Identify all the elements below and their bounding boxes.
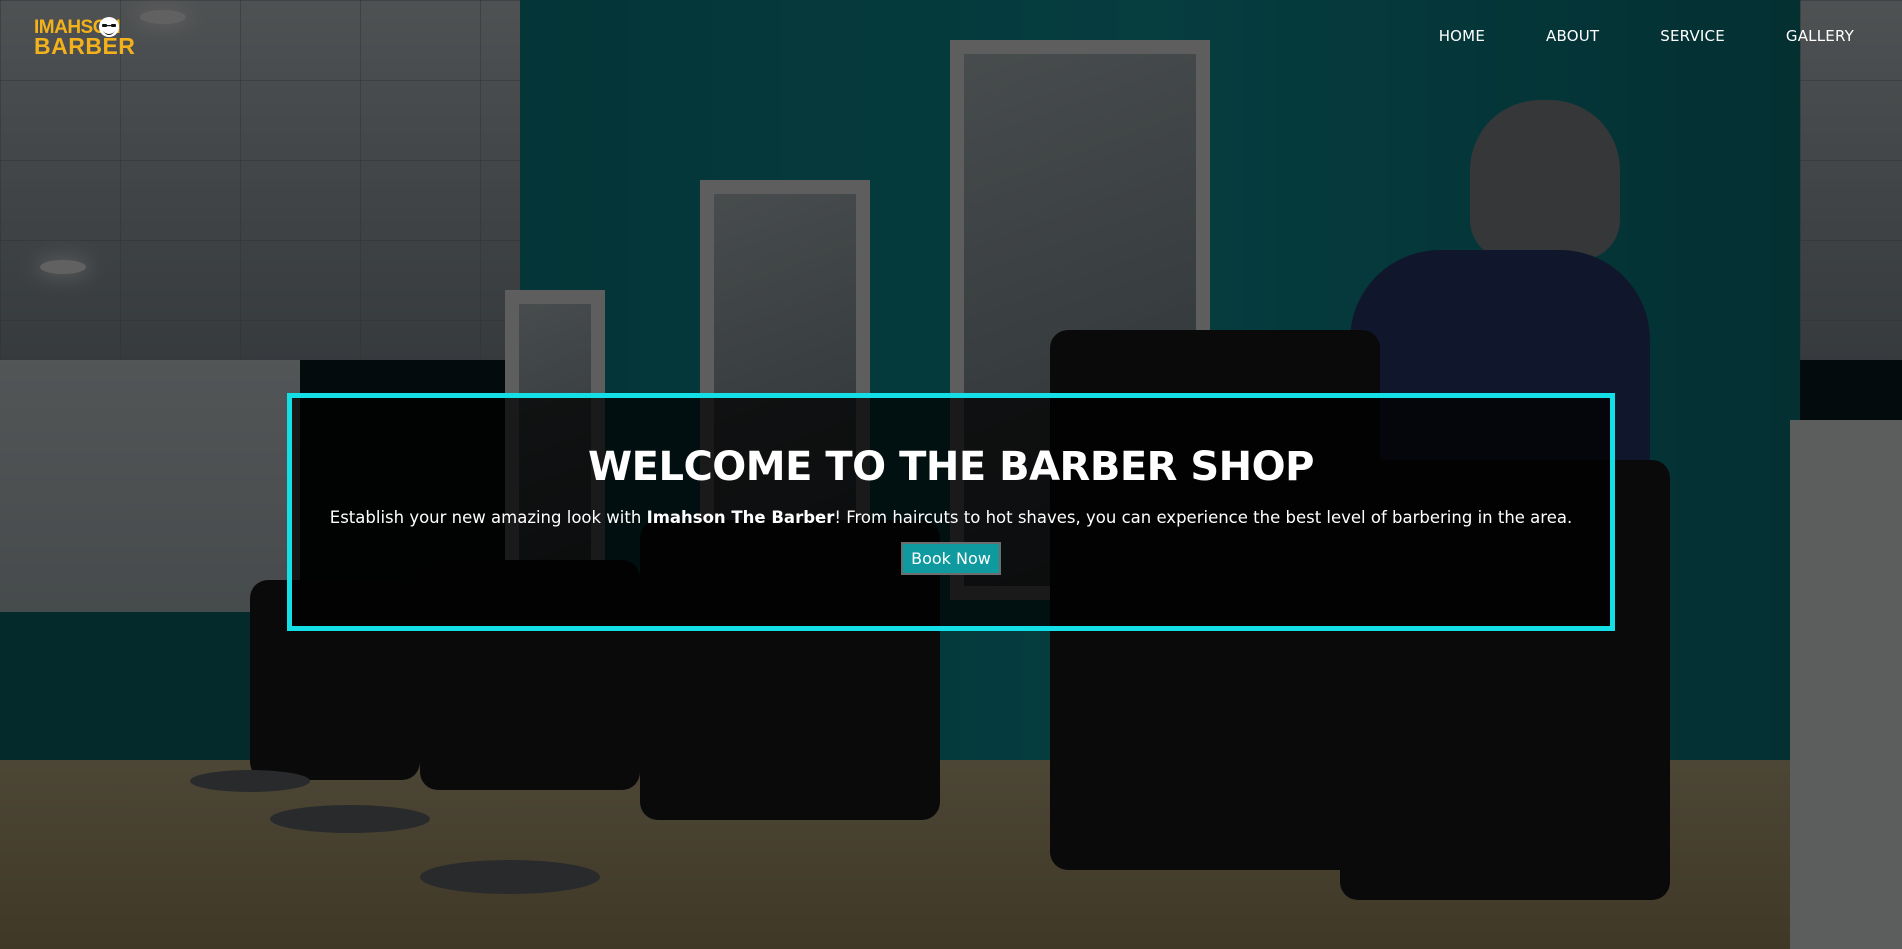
nav-about-link[interactable]: ABOUT [1546, 27, 1599, 45]
main-nav: HOME ABOUT SERVICE GALLERY [1378, 27, 1854, 45]
hero-welcome-box: WELCOME TO THE BARBER SHOP Establish you… [287, 393, 1615, 631]
hero-text-tail: ! From haircuts to hot shaves, you can e… [834, 508, 1573, 527]
hero-text-brand: Imahson The Barber [646, 508, 835, 527]
nav-service-link[interactable]: SERVICE [1660, 27, 1725, 45]
hero-title: WELCOME TO THE BARBER SHOP [588, 444, 1314, 490]
site-header: IMAHSON BARBER HOME ABOUT SERVICE GALLER… [0, 0, 1902, 72]
nav-gallery-link[interactable]: GALLERY [1786, 27, 1854, 45]
site-logo[interactable]: IMAHSON BARBER [34, 16, 135, 58]
hero-description: Establish your new amazing look with Ima… [330, 508, 1572, 527]
hero-text-lead: Establish your new amazing look with [329, 508, 647, 527]
bearded-face-icon [99, 17, 119, 37]
book-now-button[interactable]: Book Now [901, 542, 1001, 575]
nav-home-link[interactable]: HOME [1439, 27, 1485, 45]
